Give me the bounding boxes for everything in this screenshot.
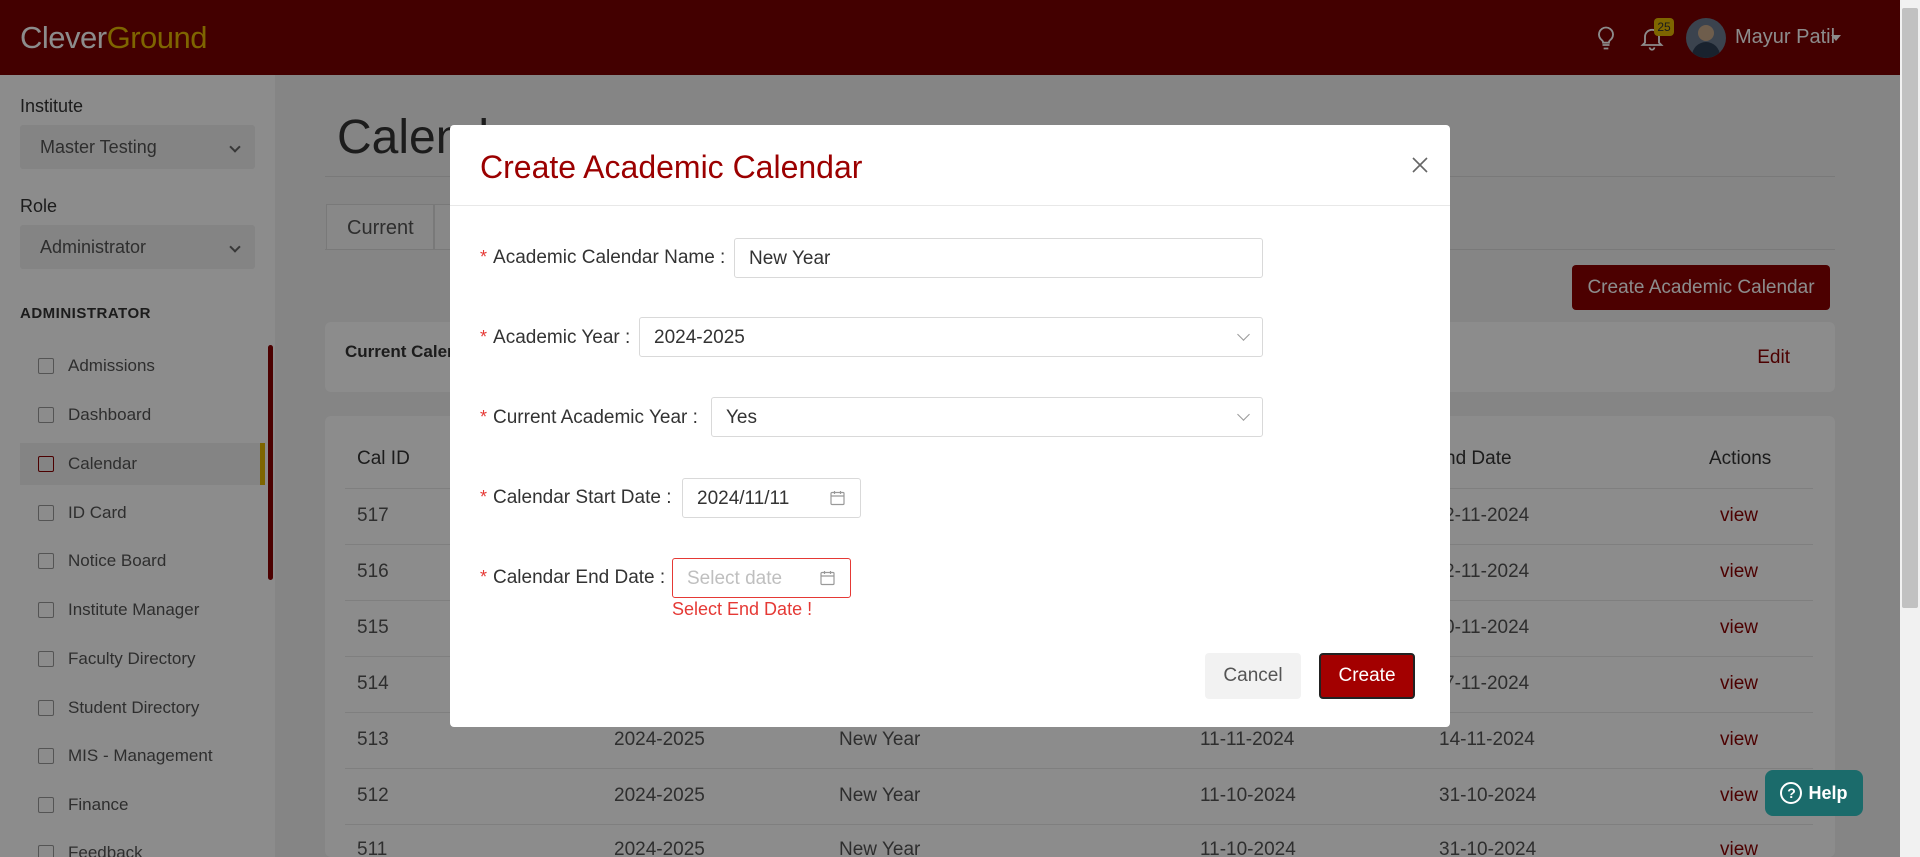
help-label: Help xyxy=(1808,782,1848,803)
academic-year-label-text: Academic Year xyxy=(493,327,620,348)
divider xyxy=(450,205,1450,206)
modal-title: Create Academic Calendar xyxy=(480,149,863,185)
academic-year-value: 2024-2025 xyxy=(654,327,745,348)
current-academic-year-value: Yes xyxy=(726,407,757,428)
question-icon: ? xyxy=(1780,782,1803,804)
calendar-name-label-text: Academic Calendar Name xyxy=(493,247,715,268)
current-academic-year-label-text: Current Academic Year xyxy=(493,407,688,428)
cancel-button[interactable]: Cancel xyxy=(1205,653,1301,699)
academic-year-label: * Academic Year : xyxy=(480,327,631,348)
create-button[interactable]: Create xyxy=(1319,653,1415,699)
chevron-down-icon xyxy=(1237,328,1250,341)
help-button[interactable]: ? Help xyxy=(1765,770,1863,816)
calendar-name-label: * Academic Calendar Name : xyxy=(480,247,726,268)
create-calendar-modal: Create Academic Calendar * Academic Calen… xyxy=(450,125,1450,727)
calendar-name-input[interactable]: New Year xyxy=(734,238,1263,278)
end-date-label: * Calendar End Date : xyxy=(480,567,666,588)
current-academic-year-label: * Current Academic Year : xyxy=(480,407,698,428)
end-date-error: Select End Date ! xyxy=(672,599,813,619)
start-date-value: 2024/11/11 xyxy=(697,488,790,509)
end-date-label-text: Calendar End Date xyxy=(493,567,655,588)
academic-year-select[interactable]: 2024-2025 xyxy=(639,317,1263,357)
start-date-label-text: Calendar Start Date xyxy=(493,487,661,508)
end-date-picker[interactable]: Select date xyxy=(672,558,851,598)
chevron-down-icon xyxy=(1237,408,1250,421)
start-date-picker[interactable]: 2024/11/11 xyxy=(682,478,861,518)
end-date-placeholder: Select date xyxy=(687,568,783,589)
calendar-icon xyxy=(820,571,835,586)
scrollbar-thumb[interactable] xyxy=(1902,8,1918,608)
close-icon[interactable] xyxy=(1408,153,1432,177)
page-scrollbar[interactable] xyxy=(1900,0,1920,857)
current-academic-year-select[interactable]: Yes xyxy=(711,397,1263,437)
calendar-icon xyxy=(830,491,845,506)
start-date-label: * Calendar Start Date : xyxy=(480,487,672,508)
calendar-name-value: New Year xyxy=(749,248,831,269)
